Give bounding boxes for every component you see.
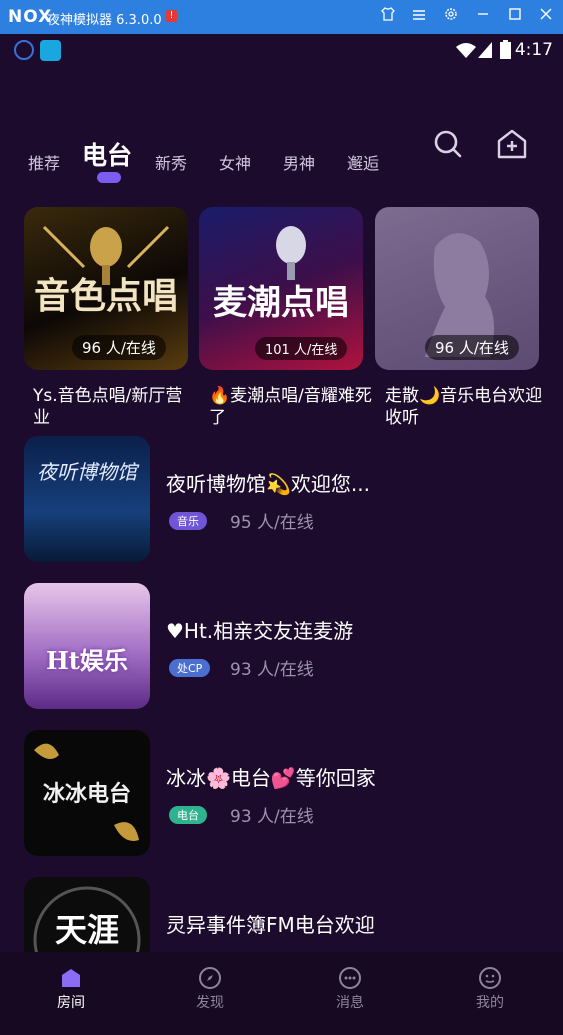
status-time: 4:17 xyxy=(514,40,553,60)
list-item[interactable]: 冰冰电台 冰冰🌸电台💕等你回家 电台 93 人/在线 xyxy=(24,730,563,856)
room-icon xyxy=(62,969,80,987)
nav-label: 我的 xyxy=(476,995,504,1011)
compass-icon xyxy=(199,967,221,989)
tab-recommend[interactable]: 推荐 xyxy=(28,150,60,174)
minimize-icon[interactable] xyxy=(472,6,494,28)
featured-card[interactable]: 96 人/在线 xyxy=(375,207,539,370)
shirt-icon[interactable] xyxy=(377,6,399,28)
warning-icon[interactable]: ! xyxy=(166,10,177,22)
room-tag: 音乐 xyxy=(169,512,207,530)
tab-goddess[interactable]: 女神 xyxy=(219,150,251,174)
wifi-icon xyxy=(456,43,476,58)
nav-label: 房间 xyxy=(57,995,85,1011)
room-thumbnail: Ht娱乐 xyxy=(24,583,150,709)
create-room-icon[interactable] xyxy=(495,127,529,161)
window-title: 夜神模拟器 6.3.0.0 xyxy=(47,13,162,28)
emulator-title-bar: NOX 夜神模拟器 6.3.0.0 ! xyxy=(0,0,563,34)
thumb-art-text: 天涯 xyxy=(54,911,119,949)
online-count-badge: 96 人/在线 xyxy=(425,335,519,360)
room-tag: 处CP xyxy=(169,659,211,677)
room-thumbnail: 冰冰电台 xyxy=(24,730,150,856)
room-tag: 电台 xyxy=(169,806,207,824)
battery-icon xyxy=(500,40,511,59)
room-title: 夜听博物馆💫欢迎您... xyxy=(166,472,370,496)
gear-icon[interactable] xyxy=(440,6,462,28)
room-thumbnail: 夜听博物馆 xyxy=(24,436,150,562)
menu-icon[interactable] xyxy=(408,6,430,28)
featured-title[interactable]: 走散🌙音乐电台欢迎收听 xyxy=(385,385,550,429)
nav-label: 发现 xyxy=(196,995,224,1011)
headset-app-icon xyxy=(14,40,34,60)
nav-label: 消息 xyxy=(336,995,364,1011)
featured-title[interactable]: 🔥麦潮点唱/音耀难死了 xyxy=(209,385,374,429)
online-count: 93 人/在线 xyxy=(230,807,314,827)
featured-card[interactable]: 音色点唱 96 人/在线 xyxy=(24,207,188,370)
tab-god[interactable]: 男神 xyxy=(283,150,315,174)
tab-radio[interactable]: 电台 xyxy=(82,136,132,172)
featured-card[interactable]: 麦潮点唱 101 人/在线 xyxy=(199,207,363,370)
thumb-art-text: Ht娱乐 xyxy=(46,646,128,675)
nox-logo: NOX xyxy=(8,7,53,27)
profile-icon xyxy=(479,967,501,989)
online-count-badge: 101 人/在线 xyxy=(255,337,348,360)
signal-icon xyxy=(478,42,492,58)
room-title: 冰冰🌸电台💕等你回家 xyxy=(166,766,376,790)
list-item[interactable]: Ht娱乐 ♥Ht.相亲交友连麦游 处CP 93 人/在线 xyxy=(24,583,563,709)
status-bar: 4:17 xyxy=(0,34,563,68)
close-icon[interactable] xyxy=(535,6,557,28)
online-count: 95 人/在线 xyxy=(230,513,314,533)
tab-newcomer[interactable]: 新秀 xyxy=(155,150,187,174)
card-art-text: 麦潮点唱 xyxy=(213,283,349,323)
message-icon xyxy=(339,967,361,989)
room-title: ♥Ht.相亲交友连麦游 xyxy=(166,619,354,643)
bottom-navigation: 房间 发现 消息 我的 xyxy=(0,952,563,1035)
phone-screen: 4:17 推荐 电台 新秀 女神 男神 邂逅 音色点唱 96 人/在线 麦潮点唱… xyxy=(0,34,563,1035)
room-title: 灵异事件簿FM电台欢迎 xyxy=(166,913,375,937)
active-tab-indicator xyxy=(97,172,121,183)
featured-title[interactable]: Ys.音色点唱/新厅营业 xyxy=(33,385,198,429)
tab-encounter[interactable]: 邂逅 xyxy=(347,150,379,174)
card-art-text: 音色点唱 xyxy=(33,275,178,317)
maximize-icon[interactable] xyxy=(504,6,526,28)
thumb-art-text: 夜听博物馆 xyxy=(37,460,137,484)
online-count-badge: 96 人/在线 xyxy=(72,335,166,360)
search-icon[interactable] xyxy=(431,127,465,161)
thumb-art-text: 冰冰电台 xyxy=(42,782,131,807)
chat-app-icon xyxy=(40,40,61,61)
online-count: 93 人/在线 xyxy=(230,660,314,680)
list-item[interactable]: 夜听博物馆 夜听博物馆💫欢迎您... 音乐 95 人/在线 xyxy=(24,436,563,562)
